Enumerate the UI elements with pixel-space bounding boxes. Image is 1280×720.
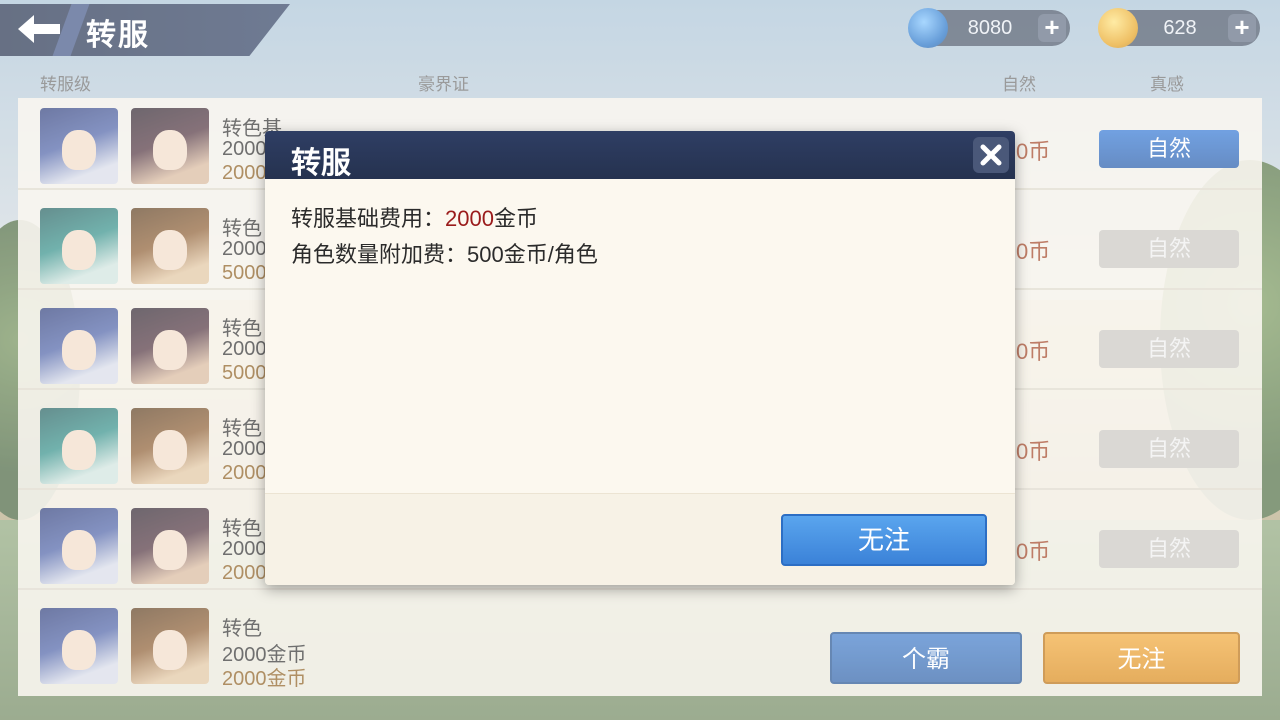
dialog-body: 转服基础费用：2000金币 角色数量附加费：500金币/角色 [265,179,1015,491]
close-icon [980,144,1002,166]
base-fee-unit: 金币 [493,206,538,231]
dialog-title: 转服 [291,147,351,180]
base-fee-line: 转服基础费用：2000金币 [291,201,538,233]
dialog-ok-button[interactable]: 无注 [781,514,987,566]
dialog-header: 转服 [265,131,1015,180]
dialog-footer: 无注 [265,493,1015,585]
extra-fee-line: 角色数量附加费：500金币/角色 [291,242,598,267]
base-fee-label: 转服基础费用： [291,206,446,231]
transfer-server-dialog: 转服 转服基础费用：2000金币 角色数量附加费：500金币/角色 无注 [265,131,1015,585]
close-button[interactable] [973,137,1009,173]
base-fee-value: 2000 [445,206,494,231]
